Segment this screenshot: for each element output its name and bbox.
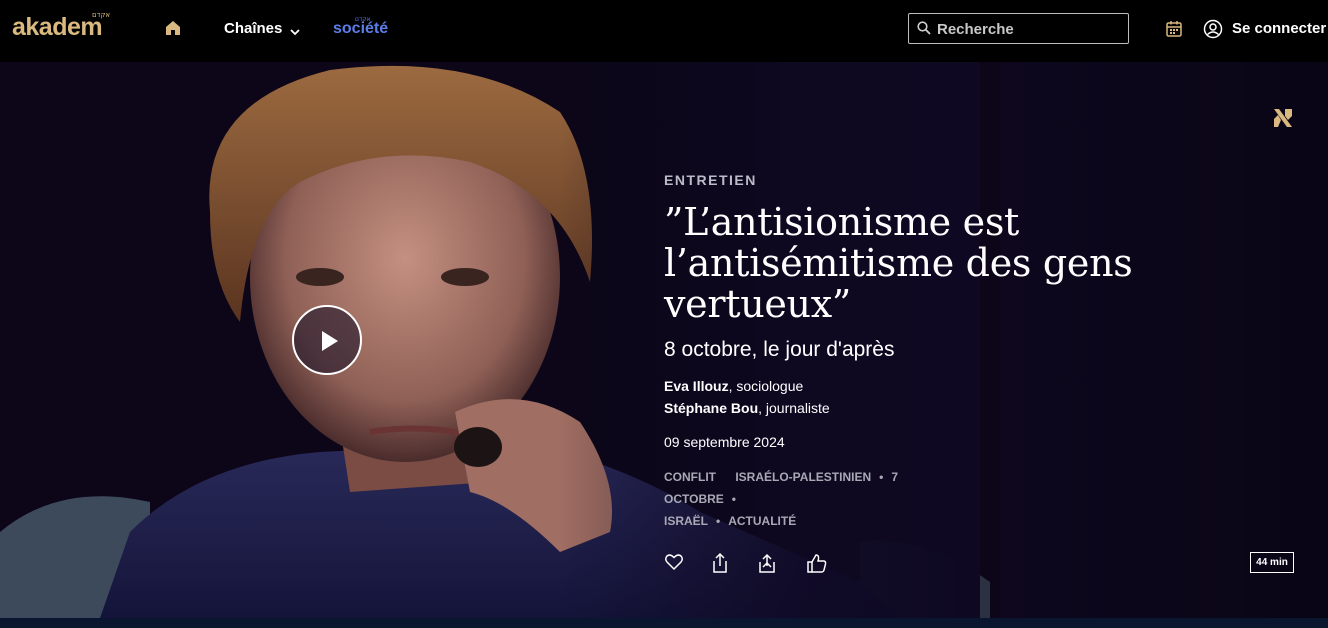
tag-link[interactable]: ISRAÉLO-PALESTINIEN — [735, 470, 871, 484]
societe-label: société — [333, 20, 389, 37]
top-navigation-bar: akadem אקדם Chaînes אקדם société Recherc… — [0, 0, 1328, 62]
search-icon — [917, 21, 931, 35]
login-label: Se connecter — [1232, 20, 1327, 37]
tag-link[interactable]: ACTUALITÉ — [728, 514, 796, 528]
speaker-item[interactable]: Stéphane Bou, journaliste — [664, 400, 830, 416]
chaines-menu-button[interactable]: Chaînes — [224, 20, 300, 37]
tag-link[interactable]: OCTOBRE — [664, 492, 724, 506]
logo-hebrew-text: אקדם — [92, 11, 111, 19]
action-bar — [664, 552, 844, 576]
export-icon[interactable] — [756, 552, 778, 574]
share-icon[interactable] — [710, 552, 732, 574]
tag-list: CONFLIT ISRAÉLO-PALESTINIEN • 7 OCTOBRE • IS… — [664, 470, 899, 528]
heart-icon[interactable] — [664, 552, 686, 574]
logo-text: akadem — [12, 13, 103, 41]
chaines-label: Chaînes — [224, 20, 283, 37]
speaker-role: , sociologue — [728, 378, 804, 394]
publish-date: 09 septembre 2024 — [664, 434, 785, 450]
video-title: ”L’antisionisme est l’antisémitisme des … — [664, 200, 1133, 326]
login-button[interactable]: Se connecter — [1203, 18, 1328, 40]
home-icon[interactable] — [163, 18, 183, 38]
hero-section: ENTRETIEN ”L’antisionisme est l’antisémi… — [0, 62, 1328, 618]
tag-link[interactable]: ISRAËL — [664, 514, 708, 528]
speaker-name: Stéphane Bou — [664, 400, 759, 416]
user-icon — [1203, 19, 1223, 39]
content-type-label: ENTRETIEN — [664, 172, 757, 188]
play-button[interactable] — [292, 305, 362, 375]
play-icon — [322, 331, 338, 351]
akadem-logo[interactable]: akadem אקדם — [12, 11, 130, 47]
search-box[interactable] — [908, 13, 1129, 44]
speaker-role: , journaliste — [758, 400, 830, 416]
bottom-divider — [0, 618, 1328, 628]
speaker-item[interactable]: Eva Illouz, sociologue — [664, 378, 803, 394]
video-subtitle: 8 octobre, le jour d'après — [664, 338, 895, 361]
tag-link[interactable]: 7 — [891, 470, 898, 484]
duration-badge: 44 min — [1250, 552, 1294, 573]
speaker-name: Eva Illouz — [664, 378, 729, 394]
chevron-down-icon — [290, 24, 300, 36]
societe-channel-link[interactable]: אקדם société — [333, 16, 399, 40]
search-input[interactable] — [937, 18, 1123, 40]
thumbs-up-icon[interactable] — [806, 552, 828, 574]
tag-link[interactable]: CONFLIT — [664, 470, 716, 484]
calendar-icon[interactable] — [1164, 19, 1184, 39]
akadem-symbol-icon — [1271, 106, 1295, 130]
